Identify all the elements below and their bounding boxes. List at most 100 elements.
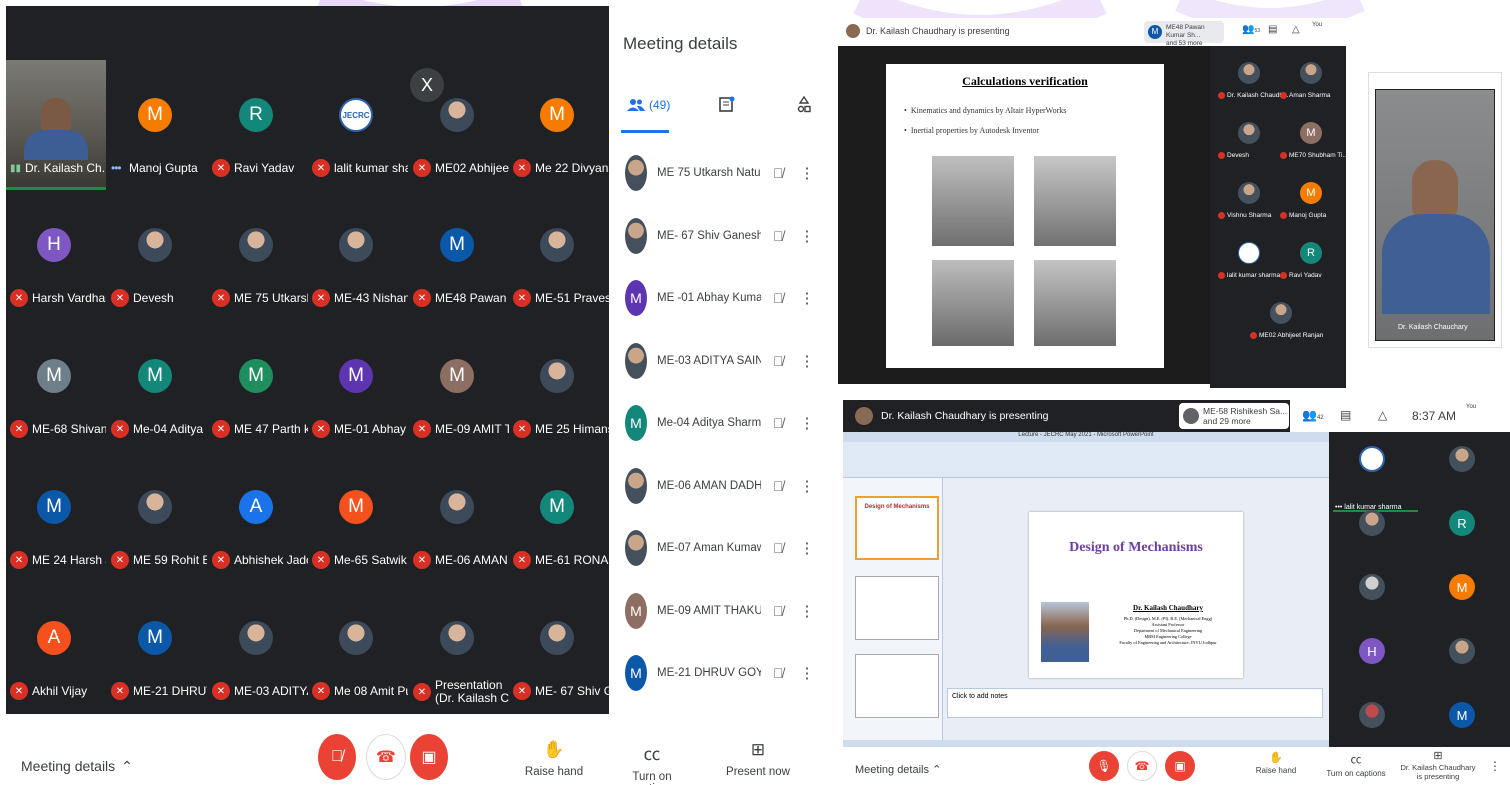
close-button[interactable]: X <box>410 68 444 102</box>
mini-tile[interactable]: Aman Sharma <box>1278 50 1342 110</box>
participant-tile[interactable]: A ✕ Akhil Vijay <box>6 583 106 713</box>
participant-tile[interactable]: JECRC ✕ lalit kumar sha... <box>308 60 408 190</box>
participant-tile[interactable]: M ✕ Me-04 Aditya ... <box>107 321 207 451</box>
self-avatar[interactable]: You <box>1466 404 1476 410</box>
mic-toggle-button[interactable]: 🎙 <box>1089 751 1119 781</box>
strip-avatar[interactable] <box>1359 510 1385 536</box>
strip-avatar[interactable] <box>1449 446 1475 472</box>
mini-tile[interactable]: lalit kumar sharma <box>1216 230 1280 290</box>
notes-pane[interactable]: Click to add notes <box>947 688 1323 718</box>
participant-tile[interactable]: M ✕ ME 47 Parth k... <box>208 321 308 451</box>
strip-avatar[interactable] <box>1359 702 1385 728</box>
participant-tile[interactable]: ▮▮ Dr. Kailash Ch... <box>6 60 106 190</box>
participant-row[interactable]: M Me-04 Aditya Sharma 🎙̸ ⋮ <box>609 392 821 455</box>
self-avatar[interactable]: You <box>1312 22 1322 28</box>
strip-avatar[interactable]: R <box>1449 510 1475 536</box>
participant-tile[interactable]: ✕ ME-03 ADITYA... <box>208 583 308 713</box>
participant-tile[interactable]: M ✕ ME-09 AMIT T... <box>409 321 509 451</box>
mic-toggle-button[interactable]: 🎙̸ <box>318 734 356 780</box>
leave-call-button[interactable]: ☎ <box>366 734 406 780</box>
chat-button[interactable]: ▤ <box>1340 408 1351 422</box>
camera-toggle-button[interactable]: ▣ <box>1165 751 1195 781</box>
participant-tile[interactable]: ✕ ME 59 Rohit B... <box>107 452 207 582</box>
captions-button[interactable]: ㏄ Turn on captions <box>612 740 692 785</box>
participant-row[interactable]: M ME -01 Abhay Kumar Je... 🎙̸ ⋮ <box>609 267 821 330</box>
strip-avatar[interactable] <box>1449 638 1475 664</box>
more-vert-icon[interactable]: ⋮ <box>800 352 815 370</box>
activities-button[interactable]: △ <box>1378 408 1387 422</box>
captions-button[interactable]: ㏄ Turn on captions <box>1321 751 1391 778</box>
present-now-button[interactable]: ⊞ Present now <box>722 740 794 778</box>
strip-avatar[interactable]: M <box>1449 702 1475 728</box>
participant-tile[interactable]: M ✕ ME-61 RONAK ... <box>509 452 609 582</box>
participant-tile[interactable]: M ✕ ME-21 DHRUV ... <box>107 583 207 713</box>
mini-tile[interactable]: Devesh <box>1216 110 1280 170</box>
raise-hand-button[interactable]: ✋ Raise hand <box>522 740 586 778</box>
leave-call-button[interactable]: ☎ <box>1127 751 1157 781</box>
participant-row[interactable]: ME 75 Utkarsh Natu 🎙̸ ⋮ <box>609 142 821 205</box>
participant-tile[interactable]: A ✕ Abhishek Jadon <box>208 452 308 582</box>
participant-tile[interactable]: ✕ Devesh <box>107 190 207 320</box>
tab-people[interactable]: (49) <box>627 98 670 112</box>
participant-row[interactable]: M ME-21 DHRUV GOYAL 🎙̸ ⋮ <box>609 642 821 705</box>
participant-tile[interactable]: M ✕ ME48 Pawan ... <box>409 190 509 320</box>
more-vert-icon[interactable]: ⋮ <box>800 414 815 432</box>
camera-toggle-button[interactable]: ▣ <box>410 734 448 780</box>
participant-tile[interactable]: M ✕ ME 24 Harsh J... <box>6 452 106 582</box>
meeting-details-toggle[interactable]: Meeting details ⌃ <box>21 758 133 775</box>
more-options-button[interactable]: ⋮ <box>1489 759 1501 773</box>
participant-row[interactable]: ME-03 ADITYA SAINI 🎙̸ ⋮ <box>609 330 821 393</box>
more-vert-icon[interactable]: ⋮ <box>800 289 815 307</box>
meeting-details-toggle[interactable]: Meeting details ⌃ <box>855 763 941 776</box>
participant-tile[interactable]: ✕ ME 75 Utkarsh... <box>208 190 308 320</box>
strip-avatar[interactable]: H <box>1359 638 1385 664</box>
participant-chip[interactable]: ME-58 Rishikesh Sa... and 29 more <box>1179 403 1289 429</box>
mini-tile[interactable]: M ME70 Shubham Ti... <box>1278 110 1348 170</box>
chat-button[interactable]: ▤ <box>1268 24 1277 35</box>
more-vert-icon[interactable]: ⋮ <box>800 477 815 495</box>
participant-tile[interactable]: ✕ ME 25 Himans... <box>509 321 609 451</box>
strip-avatar[interactable]: M <box>1449 574 1475 600</box>
mini-tile[interactable]: Dr. Kailash Chaudh... <box>1216 50 1288 110</box>
participant-tile[interactable]: M ✕ Me-65 Satwik ... <box>308 452 408 582</box>
participant-tile[interactable]: ✕ ME-51 Pravesh... <box>509 190 609 320</box>
participant-row[interactable]: M ME-09 AMIT THAKUR 🎙̸ ⋮ <box>609 580 821 643</box>
people-button[interactable]: 👥53 <box>1242 24 1260 35</box>
more-vert-icon[interactable]: ⋮ <box>800 539 815 557</box>
strip-avatar[interactable] <box>1359 446 1385 472</box>
participant-row[interactable]: ME-07 Aman Kumawat 🎙̸ ⋮ <box>609 517 821 580</box>
mini-tile[interactable]: ME02 Abhijeet Ranjan <box>1248 290 1323 350</box>
participant-row[interactable]: ME-06 AMAN DADHICH 🎙̸ ⋮ <box>609 455 821 518</box>
thumb-3[interactable] <box>855 654 939 718</box>
participant-tile[interactable]: ✕Presentation(Dr. Kailash Ch... <box>409 583 509 713</box>
participant-tile[interactable]: ✕ Me 08 Amit Pu... <box>308 583 408 713</box>
thumb-1[interactable]: Design of Mechanisms <box>855 496 939 560</box>
tab-chat[interactable] <box>719 96 735 119</box>
participant-tile[interactable]: M ••• Manoj Gupta <box>107 60 207 190</box>
raise-hand-button[interactable]: ✋ Raise hand <box>1251 751 1301 775</box>
tab-activities[interactable] <box>797 95 811 119</box>
strip-avatar[interactable] <box>1359 574 1385 600</box>
more-vert-icon[interactable]: ⋮ <box>800 227 815 245</box>
participant-tile[interactable]: ✕ ME-06 AMAN ... <box>409 452 509 582</box>
thumb-2[interactable] <box>855 576 939 640</box>
mini-tile[interactable]: Vishnu Sharma <box>1216 170 1280 230</box>
participant-tile[interactable]: M ✕ Me 22 Divyans... <box>509 60 609 190</box>
participant-tile[interactable]: R ✕ Ravi Yadav <box>208 60 308 190</box>
participant-tile[interactable]: ✕ ME- 67 Shiv Ga... <box>509 583 609 713</box>
participant-chip[interactable]: M ME48 Pawan Kumar Sh... and 53 more <box>1144 21 1224 47</box>
present-now-button[interactable]: ⊞ Dr. Kailash Chaudhary is presenting <box>1399 749 1477 781</box>
name-text: Me 22 Divyans... <box>535 161 609 175</box>
participant-tile[interactable]: M ✕ ME-01 Abhay ... <box>308 321 408 451</box>
more-vert-icon[interactable]: ⋮ <box>800 664 815 682</box>
participant-tile[interactable]: ✕ ME-43 Nishant... <box>308 190 408 320</box>
more-vert-icon[interactable]: ⋮ <box>800 164 815 182</box>
participant-tile[interactable]: H ✕ Harsh Vardhan... <box>6 190 106 320</box>
more-vert-icon[interactable]: ⋮ <box>800 602 815 620</box>
activities-button[interactable]: △ <box>1292 24 1300 35</box>
participant-row[interactable]: ME- 67 Shiv Ganesh Pa... 🎙̸ ⋮ <box>609 205 821 268</box>
participant-tile[interactable]: M ✕ ME-68 Shivans... <box>6 321 106 451</box>
people-button[interactable]: 👥42 <box>1302 408 1324 422</box>
mini-tile[interactable]: M Manoj Gupta <box>1278 170 1342 230</box>
mini-tile[interactable]: R Ravi Yadav <box>1278 230 1342 290</box>
